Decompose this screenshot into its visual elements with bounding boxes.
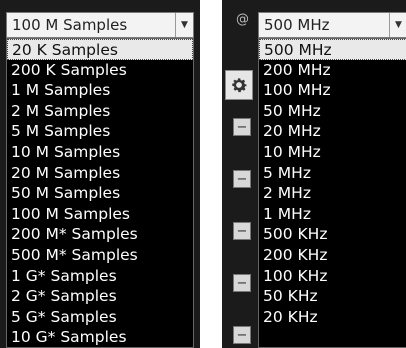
chevron-down-icon[interactable]: ▼ xyxy=(175,13,193,37)
rate-option[interactable]: 5 MHz xyxy=(259,163,406,184)
samples-option[interactable]: 1 M Samples xyxy=(7,80,193,101)
minus-icon[interactable]: − xyxy=(233,118,251,136)
samples-option[interactable]: 2 G* Samples xyxy=(7,286,193,307)
samples-option[interactable]: 2 M Samples xyxy=(7,101,193,122)
rate-option[interactable]: 200 MHz xyxy=(259,60,406,81)
samples-option[interactable]: 20 K Samples xyxy=(7,39,193,60)
rate-option[interactable]: 20 KHz xyxy=(259,307,406,328)
samples-option[interactable]: 5 M Samples xyxy=(7,121,193,142)
rate-option[interactable]: 10 MHz xyxy=(259,142,406,163)
samples-option[interactable]: 1 G* Samples xyxy=(7,266,193,287)
samples-option[interactable]: 200 K Samples xyxy=(7,60,193,81)
samples-dropdown[interactable]: 100 M Samples ▼ xyxy=(6,12,194,38)
samples-option[interactable]: 10 M Samples xyxy=(7,142,193,163)
rate-option[interactable]: 50 KHz xyxy=(259,286,406,307)
minus-icon[interactable]: − xyxy=(233,170,251,188)
gear-icon-graphic xyxy=(232,78,247,93)
samples-options-list: 20 K Samples 200 K Samples 1 M Samples 2… xyxy=(6,38,194,348)
samples-option[interactable]: 20 M Samples xyxy=(7,163,193,184)
rate-option[interactable]: 100 MHz xyxy=(259,80,406,101)
gear-icon[interactable] xyxy=(225,70,253,100)
samples-option[interactable]: 10 G* Samples xyxy=(7,327,193,348)
samples-option[interactable]: 50 M Samples xyxy=(7,183,193,204)
samples-panel: 100 M Samples ▼ 20 K Samples 200 K Sampl… xyxy=(0,0,200,348)
samples-option[interactable]: 500 M* Samples xyxy=(7,245,193,266)
samples-option[interactable]: 200 M* Samples xyxy=(7,224,193,245)
chevron-down-icon[interactable]: ▼ xyxy=(389,13,406,37)
samples-option[interactable]: 5 G* Samples xyxy=(7,307,193,328)
minus-icon[interactable]: − xyxy=(233,326,251,344)
rate-dropdown[interactable]: 500 MHz ▼ xyxy=(258,12,406,38)
minus-icon[interactable]: − xyxy=(233,222,251,240)
rate-option[interactable]: 2 MHz xyxy=(259,183,406,204)
rate-option[interactable]: 1 MHz xyxy=(259,204,406,225)
rate-option[interactable]: 100 KHz xyxy=(259,266,406,287)
rate-option[interactable]: 20 MHz xyxy=(259,121,406,142)
rate-option[interactable]: 500 KHz xyxy=(259,224,406,245)
rate-option[interactable]: 500 MHz xyxy=(259,39,406,60)
rate-selected-value: 500 MHz xyxy=(264,16,330,34)
at-symbol: @ xyxy=(236,12,249,27)
rate-options-list: 500 MHz 200 MHz 100 MHz 50 MHz 20 MHz 10… xyxy=(258,38,406,348)
samples-selected-value: 100 M Samples xyxy=(12,16,128,34)
samples-option[interactable]: 100 M Samples xyxy=(7,204,193,225)
rate-option[interactable]: 200 KHz xyxy=(259,245,406,266)
minus-icon[interactable]: − xyxy=(233,274,251,292)
rate-option[interactable]: 50 MHz xyxy=(259,101,406,122)
